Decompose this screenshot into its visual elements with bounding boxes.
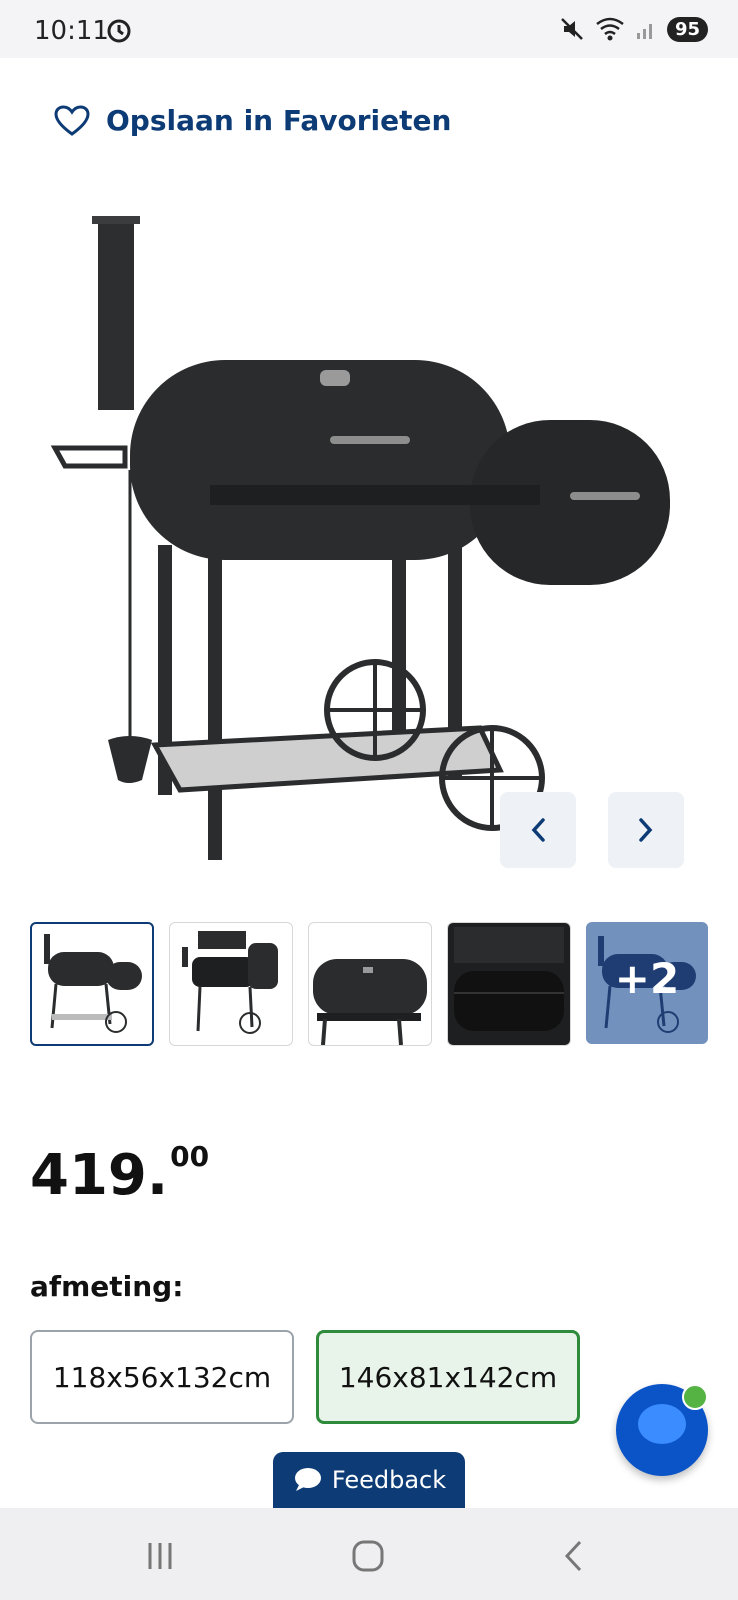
- heart-icon: [54, 104, 90, 136]
- price-integer: 419.: [30, 1143, 169, 1208]
- more-images-button[interactable]: +2: [586, 922, 708, 1044]
- thumbnail-image: [313, 959, 427, 1045]
- recent-apps-icon: [148, 1543, 172, 1569]
- previous-image-button[interactable]: [500, 792, 576, 868]
- size-option-1[interactable]: 118x56x132cm: [30, 1330, 294, 1424]
- thumbnail-4[interactable]: [447, 922, 571, 1046]
- system-nav-bar: [0, 1508, 738, 1600]
- online-status-dot: [682, 1384, 708, 1410]
- save-to-favorites-label: Opslaan in Favorieten: [106, 104, 452, 137]
- feedback-label: Feedback: [331, 1466, 447, 1494]
- chat-bubble-icon: [294, 1468, 321, 1491]
- size-option-2[interactable]: 146x81x142cm: [316, 1330, 580, 1424]
- chevron-left-icon: [531, 818, 545, 842]
- thumbnail-strip: +2: [30, 922, 708, 1046]
- product-image[interactable]: [40, 200, 700, 880]
- chevron-right-icon: [639, 818, 653, 842]
- battery-indicator: 95: [666, 16, 708, 42]
- size-option-label: 146x81x142cm: [338, 1360, 558, 1394]
- back-icon: [564, 1540, 582, 1572]
- feedback-button[interactable]: Feedback: [273, 1452, 465, 1508]
- back-button[interactable]: [552, 1534, 596, 1578]
- next-image-button[interactable]: [608, 792, 684, 868]
- size-option-label: 118x56x132cm: [52, 1360, 272, 1394]
- thumbnail-image: [44, 934, 142, 1033]
- status-icons: 95: [559, 16, 708, 42]
- thumbnail-image: [448, 923, 570, 1045]
- thumbnail-3[interactable]: [308, 922, 432, 1046]
- more-images-count: +2: [614, 954, 680, 1003]
- status-time: 10:11: [34, 16, 109, 46]
- chat-widget-icon: [638, 1404, 686, 1444]
- product-price: 419.00: [30, 1140, 209, 1208]
- size-label: afmeting:: [30, 1270, 184, 1303]
- price-decimals: 00: [170, 1140, 210, 1173]
- signal-icon: [636, 24, 652, 39]
- home-icon: [352, 1540, 384, 1572]
- save-to-favorites-button[interactable]: Opslaan in Favorieten: [54, 104, 451, 137]
- wifi-icon: [596, 17, 624, 41]
- recent-apps-button[interactable]: [138, 1534, 182, 1578]
- home-button[interactable]: [346, 1534, 390, 1578]
- mute-icon: [561, 18, 583, 40]
- sync-icon: [107, 19, 131, 43]
- thumbnail-1[interactable]: [30, 922, 154, 1046]
- status-bar: 10:11 95: [0, 0, 738, 58]
- thumbnail-2[interactable]: [169, 922, 293, 1046]
- thumbnail-image: [182, 931, 278, 1034]
